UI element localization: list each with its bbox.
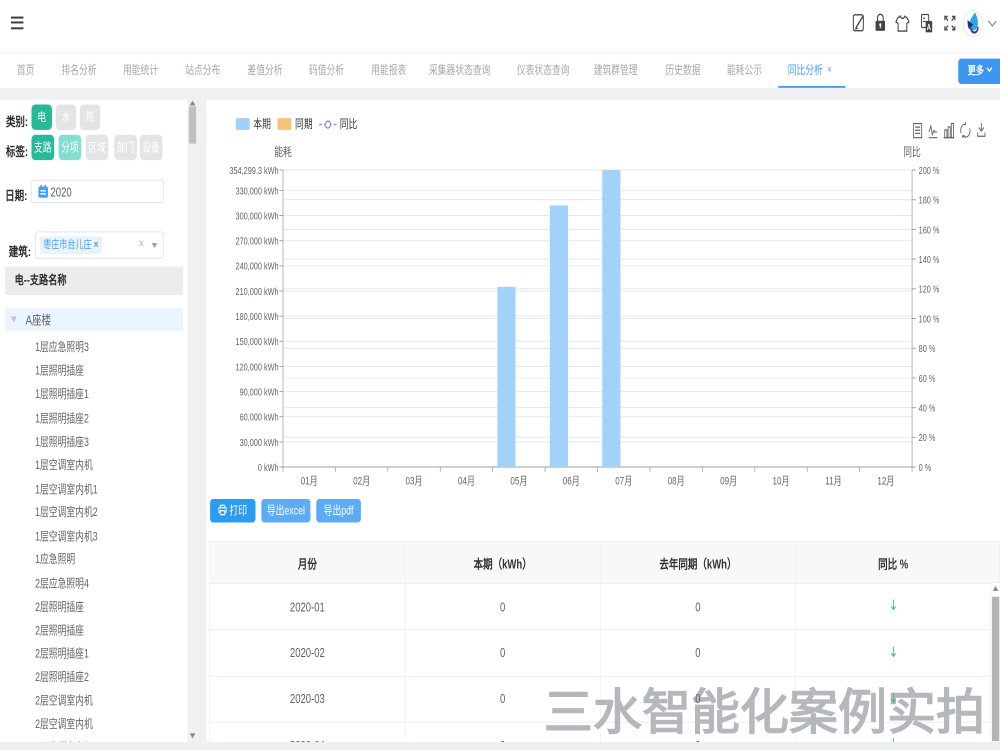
svg-text:60 %: 60 % — [919, 373, 936, 384]
svg-text:40 %: 40 % — [919, 402, 936, 413]
svg-text:30,000 kWh: 30,000 kWh — [240, 437, 279, 448]
svg-text:08月: 08月 — [668, 476, 685, 488]
svg-text:120,000 kWh: 120,000 kWh — [236, 361, 279, 372]
svg-text:160 %: 160 % — [919, 224, 940, 235]
svg-text:0 kWh: 0 kWh — [258, 462, 279, 473]
svg-text:200 %: 200 % — [919, 165, 940, 176]
svg-text:80 %: 80 % — [919, 343, 936, 354]
svg-text:01月: 01月 — [301, 476, 318, 488]
svg-text:09月: 09月 — [720, 476, 737, 488]
svg-text:20 %: 20 % — [919, 432, 936, 443]
svg-text:330,000 kWh: 330,000 kWh — [236, 185, 279, 196]
svg-text:同比: 同比 — [903, 145, 921, 160]
svg-text:140 %: 140 % — [919, 254, 940, 265]
svg-text:90,000 kWh: 90,000 kWh — [240, 386, 279, 397]
svg-text:150,000 kWh: 150,000 kWh — [236, 336, 279, 347]
svg-text:12月: 12月 — [877, 476, 894, 488]
svg-text:10月: 10月 — [773, 476, 790, 488]
svg-text:11月: 11月 — [825, 476, 841, 488]
svg-text:354,299.3 kWh: 354,299.3 kWh — [229, 165, 278, 176]
svg-text:03月: 03月 — [406, 476, 423, 488]
svg-text:能耗: 能耗 — [274, 145, 292, 160]
svg-text:04月: 04月 — [458, 476, 475, 488]
svg-text:210,000 kWh: 210,000 kWh — [236, 286, 279, 297]
svg-text:270,000 kWh: 270,000 kWh — [236, 236, 279, 247]
svg-text:05月: 05月 — [510, 476, 527, 488]
svg-text:0 %: 0 % — [919, 462, 932, 473]
svg-text:180,000 kWh: 180,000 kWh — [236, 311, 279, 322]
svg-text:A: A — [927, 24, 931, 32]
svg-text:02月: 02月 — [353, 476, 370, 488]
svg-text:300,000 kWh: 300,000 kWh — [236, 210, 279, 221]
svg-text:06月: 06月 — [563, 476, 580, 488]
svg-text:120 %: 120 % — [919, 284, 940, 295]
svg-text:240,000 kWh: 240,000 kWh — [236, 261, 279, 272]
svg-text:100 %: 100 % — [919, 313, 940, 324]
svg-text:07月: 07月 — [615, 476, 632, 488]
svg-text:180 %: 180 % — [919, 195, 940, 206]
svg-text:60,000 kWh: 60,000 kWh — [240, 412, 279, 423]
